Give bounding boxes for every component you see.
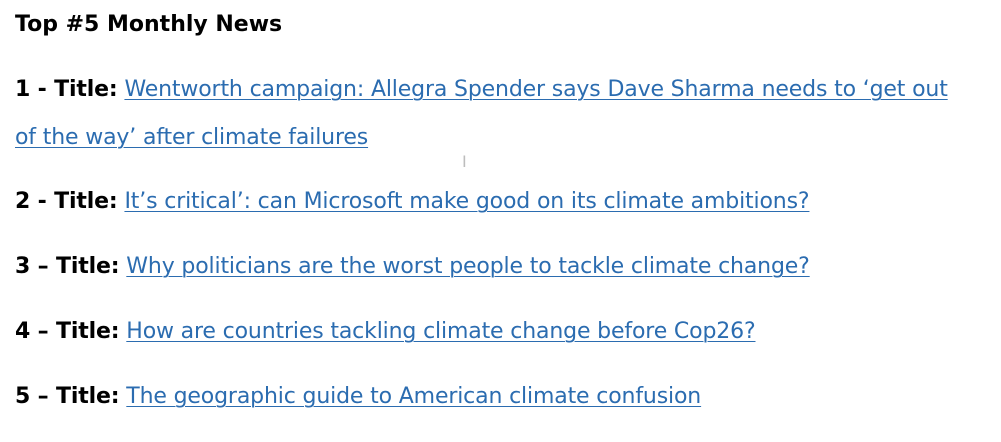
news-item-1: 1 - Title: Wentworth campaign: Allegra S… [15,66,955,162]
news-item-prefix: 4 – Title: [15,319,120,344]
news-item-5: 5 – Title: The geographic guide to Ameri… [15,373,701,421]
page-title: Top #5 Monthly News [15,12,283,37]
news-link-1[interactable]: Wentworth campaign: Allegra Spender says… [15,77,948,150]
news-link-5[interactable]: The geographic guide to American climate… [126,384,701,409]
news-item-4: 4 – Title: How are countries tackling cl… [15,308,756,356]
news-item-prefix: 2 - Title: [15,189,118,214]
news-link-4[interactable]: How are countries tackling climate chang… [126,319,755,344]
news-item-prefix: 1 - Title: [15,77,118,102]
news-item-3: 3 – Title: Why politicians are the worst… [15,243,810,291]
news-link-3[interactable]: Why politicians are the worst people to … [126,254,810,279]
news-item-2: 2 - Title: It’s critical’: can Microsoft… [15,178,810,226]
news-item-prefix: 5 – Title: [15,384,120,409]
news-item-prefix: 3 – Title: [15,254,120,279]
news-link-2[interactable]: It’s critical’: can Microsoft make good … [124,189,809,214]
text-cursor-icon: I [462,152,467,171]
